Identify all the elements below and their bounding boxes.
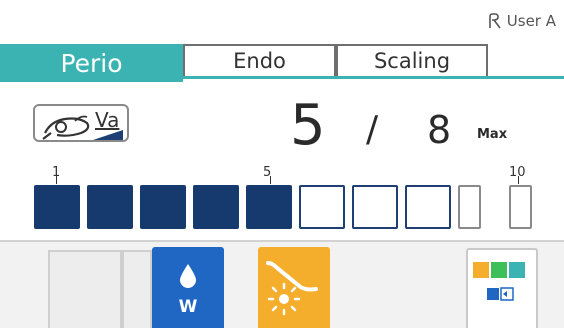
tab-endo[interactable]: Endo [183, 44, 336, 76]
level-separator: / [366, 109, 379, 150]
level-max: 8 [427, 108, 452, 152]
level-max-label: Max [477, 127, 508, 142]
level-box[interactable] [246, 185, 292, 229]
light-button[interactable] [258, 247, 330, 328]
empty-slot [48, 250, 122, 328]
water-button[interactable]: W [152, 247, 224, 328]
level-wedge-icon [93, 130, 123, 140]
level-box[interactable] [193, 185, 239, 229]
light-icon [266, 261, 318, 316]
level-current: 5 [290, 93, 326, 158]
water-label: W [178, 297, 198, 317]
handpiece-icon [42, 115, 90, 140]
level-box[interactable] [87, 185, 133, 229]
bottom-toolbar: W [0, 242, 564, 328]
user-indicator[interactable]: User A [487, 12, 556, 30]
settings-palette-button[interactable] [466, 248, 538, 328]
water-drop-icon [180, 264, 196, 288]
tab-scaling[interactable]: Scaling [336, 44, 488, 76]
scale-tick-mark [270, 176, 271, 184]
level-box[interactable] [405, 185, 451, 229]
color-palette-icon [473, 262, 525, 301]
scale-tick-mark [518, 176, 519, 184]
level-box[interactable] [509, 185, 532, 229]
level-box[interactable] [299, 185, 345, 229]
level-box[interactable] [34, 185, 80, 229]
scale-tick-mark [56, 176, 57, 184]
tab-underline [0, 76, 564, 79]
vacuum-button[interactable]: Va [33, 104, 129, 142]
level-box[interactable] [140, 185, 186, 229]
user-icon [488, 13, 501, 29]
user-name: User A [506, 12, 556, 30]
mode-tabs: Perio Endo Scaling [0, 44, 564, 82]
empty-slot [122, 250, 152, 328]
level-box[interactable] [352, 185, 398, 229]
level-box[interactable] [458, 185, 481, 229]
vacuum-label: Va [95, 108, 120, 132]
